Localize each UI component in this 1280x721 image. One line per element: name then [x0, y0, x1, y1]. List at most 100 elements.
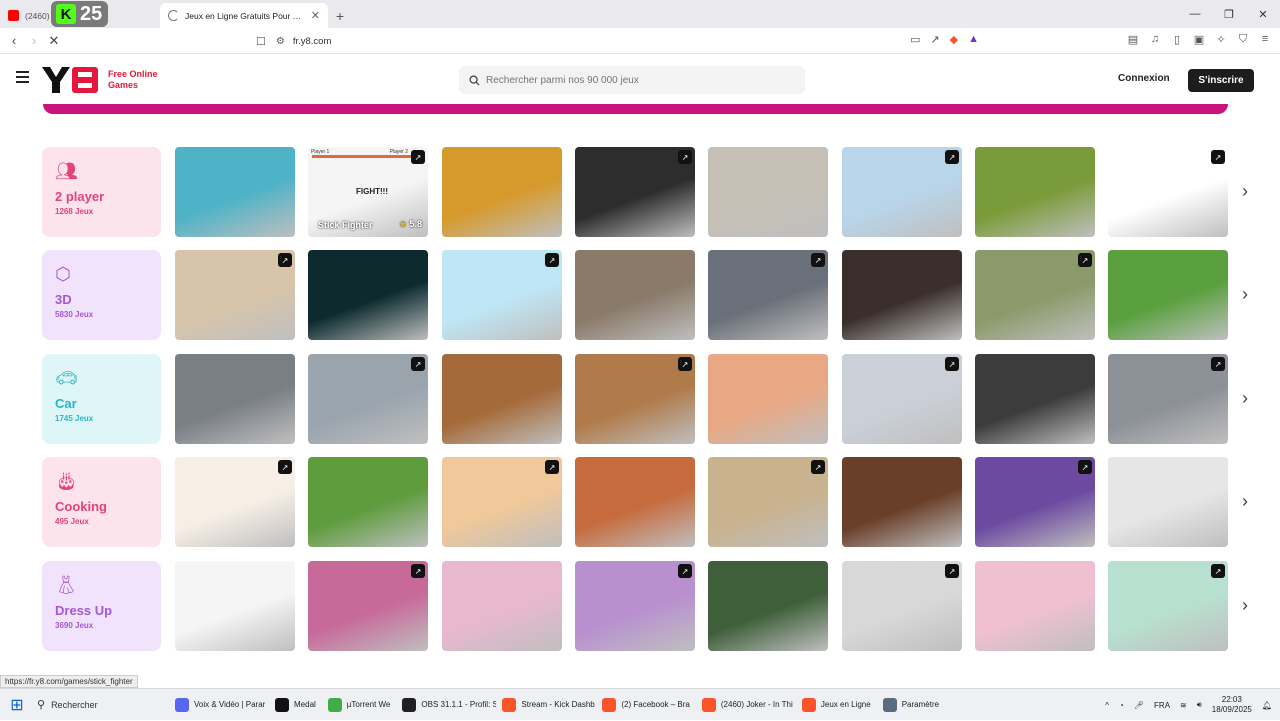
game-thumbnail[interactable] [175, 147, 295, 237]
game-thumbnail[interactable]: ↗ [175, 457, 295, 547]
back-icon[interactable]: ‹ [4, 33, 24, 48]
close-tab-icon[interactable]: ✕ [311, 9, 320, 22]
next-arrow-icon[interactable]: › [1242, 284, 1248, 305]
game-thumbnail[interactable] [175, 354, 295, 444]
brave-rewards-icon[interactable]: ▲ [968, 33, 979, 46]
category-card[interactable]: 👗︎ Dress Up 3690 Jeux [42, 561, 161, 651]
game-thumbnail[interactable] [175, 561, 295, 651]
taskbar-search[interactable]: ⚲ Rechercher [29, 693, 169, 717]
wifi-icon[interactable]: ≋ [1180, 701, 1187, 710]
game-thumbnail[interactable]: ↗ [975, 250, 1095, 340]
wallet-icon[interactable]: ▣ [1192, 32, 1206, 46]
game-thumbnail[interactable] [575, 250, 695, 340]
search-bar[interactable] [459, 66, 805, 94]
search-input[interactable] [486, 74, 786, 86]
game-thumbnail[interactable] [442, 147, 562, 237]
game-thumbnail[interactable]: ↗ [1108, 561, 1228, 651]
game-thumbnail[interactable] [308, 250, 428, 340]
taskbar-app[interactable]: µTorrent We [322, 693, 397, 717]
game-thumbnail[interactable]: ↗ [708, 457, 828, 547]
taskbar-app[interactable]: OBS 31.1.1 - Profil: Sa [396, 693, 496, 717]
lang-indicator[interactable]: FRA [1154, 701, 1170, 710]
windows-start-icon[interactable]: ⊞ [5, 693, 29, 717]
taskbar-app[interactable]: Jeux en Ligne [796, 693, 877, 717]
category-card[interactable]: ⬡ 3D 5830 Jeux [42, 250, 161, 340]
network-icon[interactable]: ◔ [1119, 701, 1124, 710]
category-card[interactable]: 👥︎ 2 player 1268 Jeux [42, 147, 161, 237]
game-thumbnail[interactable] [575, 457, 695, 547]
tab-y8[interactable]: Jeux en Ligne Gratuits Pour Tous ✕ [160, 3, 328, 28]
game-thumbnail[interactable]: ↗ [842, 354, 962, 444]
game-thumbnail-stick-fighter[interactable]: Player 1 Player 2 FIGHT!!! Stick Fighter ★ 5… [308, 147, 428, 237]
game-thumbnail[interactable]: ↗ [708, 250, 828, 340]
forward-icon[interactable]: › [24, 33, 44, 48]
minimize-icon[interactable]: — [1178, 0, 1212, 28]
game-thumbnail[interactable] [708, 561, 828, 651]
taskbar-app[interactable]: (2460) Joker - In Thi [696, 693, 796, 717]
game-thumbnail[interactable]: ↗ [175, 250, 295, 340]
menu-icon[interactable]: ≡ [1258, 32, 1272, 46]
next-arrow-icon[interactable]: › [1242, 388, 1248, 409]
next-arrow-icon[interactable]: › [1242, 491, 1248, 512]
sidebar-icon[interactable]: ▯ [1170, 32, 1184, 46]
game-thumbnail[interactable]: ↗ [442, 250, 562, 340]
game-thumbnail[interactable]: ↗ [842, 561, 962, 651]
brave-shield-icon[interactable]: ◆ [950, 33, 958, 46]
game-thumbnail[interactable] [975, 561, 1095, 651]
signup-button[interactable]: S'inscrire [1188, 69, 1254, 92]
play-badge-icon: ↗ [1211, 150, 1225, 164]
taskbar-app[interactable]: Voix & Vidéo | Parar [169, 693, 269, 717]
url-field[interactable]: ☐ ⚙ fr.y8.com [256, 30, 1002, 52]
app-icon [801, 697, 816, 712]
notification-bell-icon[interactable]: 🔔︎ [1262, 701, 1272, 710]
game-thumbnail[interactable] [308, 457, 428, 547]
hamburger-menu-icon[interactable] [16, 71, 29, 83]
login-link[interactable]: Connexion [1118, 73, 1170, 84]
new-tab-button[interactable]: + [328, 3, 352, 28]
game-thumbnail[interactable]: ↗ [575, 147, 695, 237]
game-thumbnail[interactable]: ↗ [975, 457, 1095, 547]
game-thumbnail[interactable]: ↗ [1108, 147, 1228, 237]
game-thumbnail[interactable] [1108, 457, 1228, 547]
taskbar-app[interactable]: Paramètre [877, 693, 945, 717]
volume-icon[interactable]: 🔊︎ [1197, 700, 1202, 710]
game-thumbnail[interactable]: ↗ [842, 147, 962, 237]
game-thumbnail[interactable] [842, 457, 962, 547]
game-thumbnail[interactable] [975, 354, 1095, 444]
music-icon[interactable]: ♫ [1148, 32, 1162, 46]
category-card[interactable]: 🎂︎ Cooking 495 Jeux [42, 457, 161, 547]
category-card[interactable]: 🚗︎ Car 1745 Jeux [42, 354, 161, 444]
game-thumbnail[interactable] [842, 250, 962, 340]
game-thumbnail[interactable]: ↗ [308, 561, 428, 651]
taskbar-app[interactable]: Medal [269, 693, 322, 717]
game-thumbnail[interactable]: ↗ [575, 354, 695, 444]
taskbar-clock[interactable]: 22:03 18/09/2025 [1212, 695, 1252, 715]
game-thumbnail[interactable]: ↗ [575, 561, 695, 651]
game-thumbnail[interactable] [1108, 250, 1228, 340]
game-thumbnail[interactable] [442, 561, 562, 651]
y8-logo[interactable]: Free Online Games [42, 67, 158, 93]
game-thumbnail[interactable] [708, 147, 828, 237]
game-thumbnail[interactable]: ↗ [442, 457, 562, 547]
mic-icon[interactable]: 🎤︎ [1134, 701, 1144, 710]
ai-icon[interactable]: ✧ [1214, 32, 1228, 46]
vpn-icon[interactable]: ⛉ [1236, 32, 1250, 46]
taskbar-app[interactable]: (2) Facebook – Bra [596, 693, 695, 717]
bookmark-icon[interactable]: ☐ [256, 35, 266, 48]
close-window-icon[interactable]: ✕ [1246, 0, 1280, 28]
taskbar-app[interactable]: Stream - Kick Dashb [496, 693, 596, 717]
reader-icon[interactable]: ▤ [1126, 32, 1140, 46]
game-thumbnail[interactable] [708, 354, 828, 444]
stop-loading-icon[interactable]: ✕ [44, 33, 64, 49]
next-arrow-icon[interactable]: › [1242, 595, 1248, 616]
game-thumbnail[interactable] [975, 147, 1095, 237]
next-arrow-icon[interactable]: › [1242, 181, 1248, 202]
share-icon[interactable]: ↗ [930, 33, 939, 46]
cast-icon[interactable]: ▭ [910, 33, 920, 46]
game-thumbnail[interactable] [442, 354, 562, 444]
game-thumbnail[interactable]: ↗ [308, 354, 428, 444]
restore-icon[interactable]: ❐ [1212, 0, 1246, 28]
site-info-icon[interactable]: ⚙ [276, 36, 285, 47]
tray-chevron-icon[interactable]: ^ [1105, 701, 1109, 710]
game-thumbnail[interactable]: ↗ [1108, 354, 1228, 444]
